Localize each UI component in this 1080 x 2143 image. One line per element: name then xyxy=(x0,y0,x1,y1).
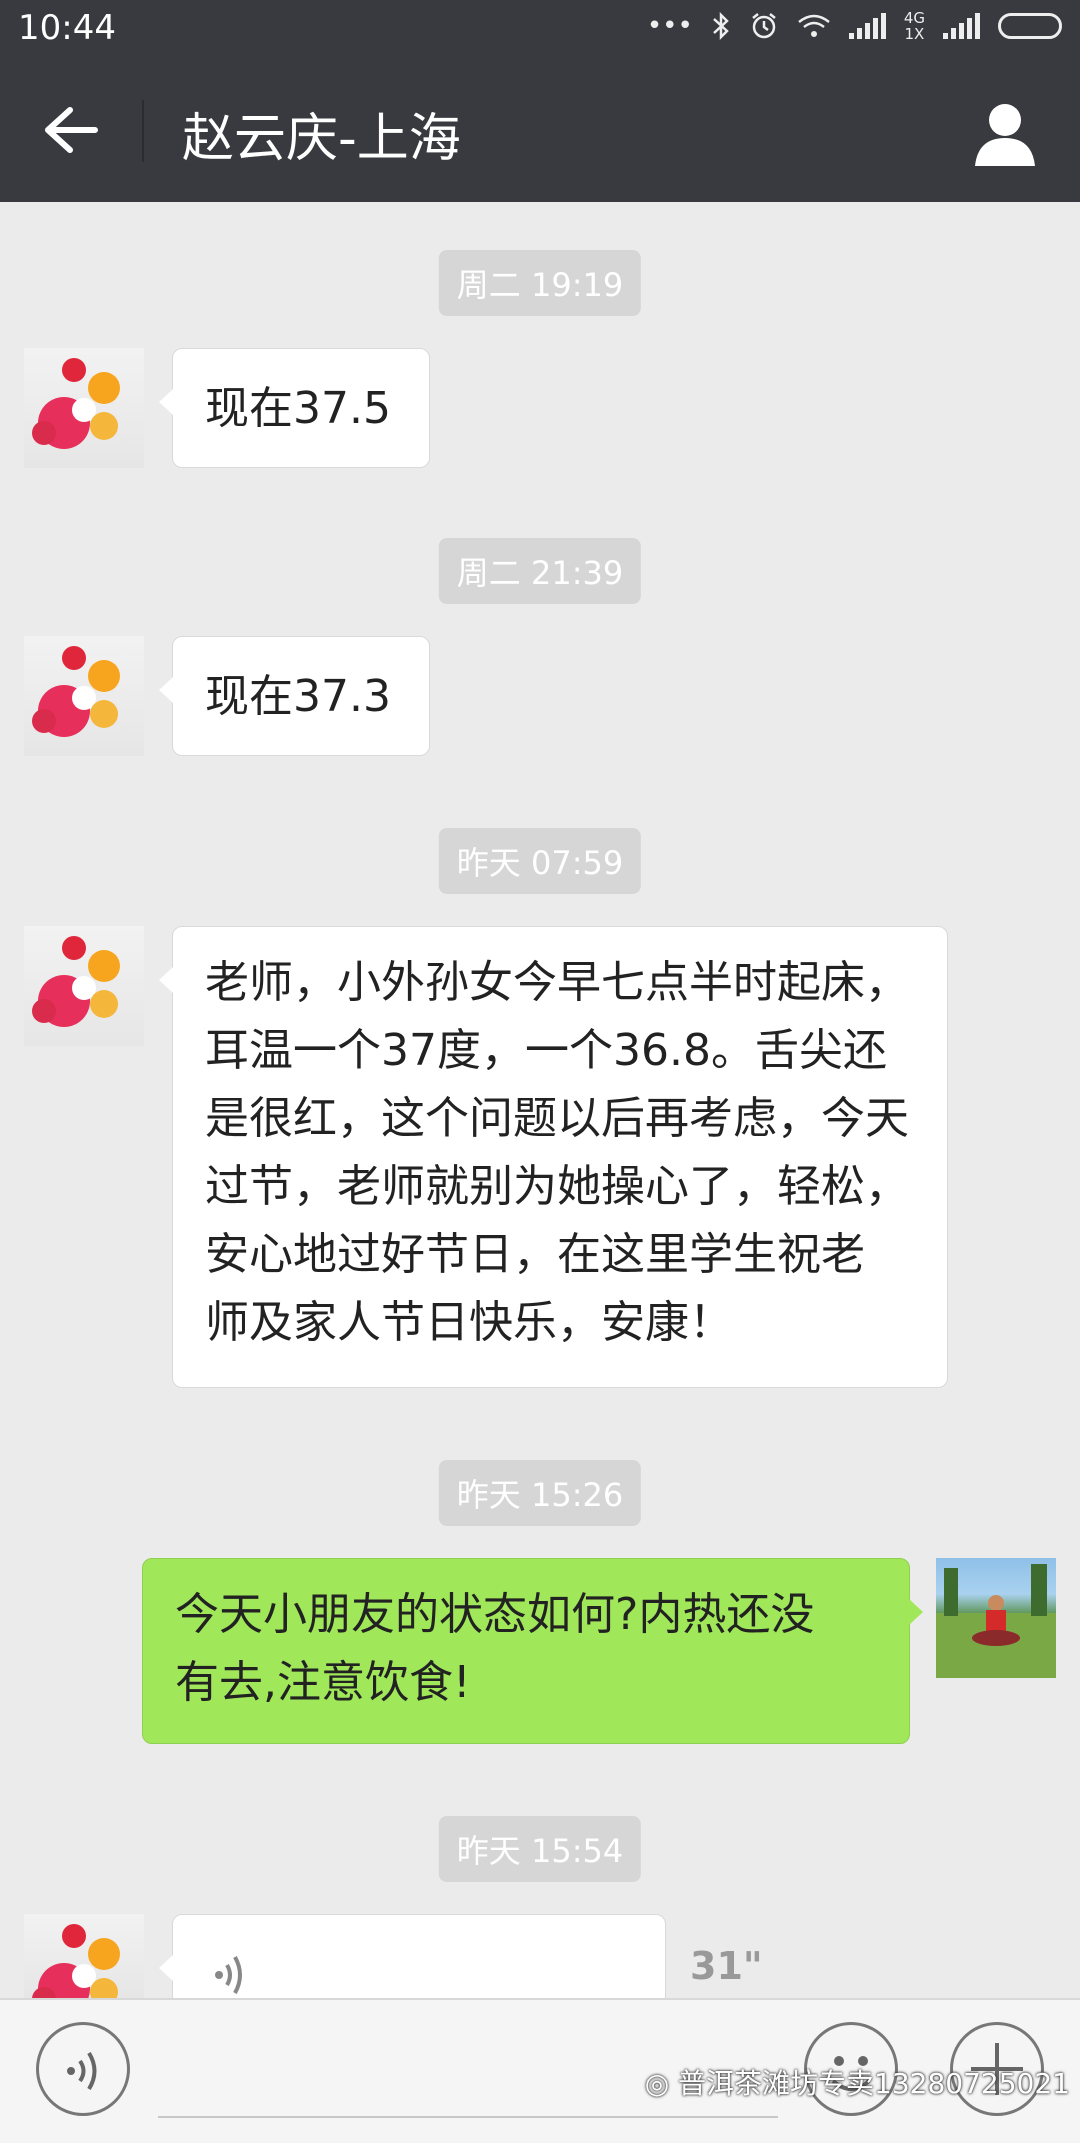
status-icons: ••• 4G 1X xyxy=(647,10,1062,42)
wifi-icon xyxy=(798,14,830,37)
message-line: 耳温一个37度，一个36.8。舌尖还 xyxy=(205,1025,887,1076)
more-dots-icon: ••• xyxy=(646,11,693,41)
flowers-image xyxy=(32,358,120,449)
timestamp: 昨天 07:59 xyxy=(438,828,642,894)
message-line: 是很红，这个问题以后再考虑，今天 xyxy=(205,1093,909,1144)
message-bubble[interactable]: 现在37.5 xyxy=(159,348,430,468)
wechat-logo-icon: ◎ xyxy=(644,2067,679,2100)
status-bar: 10:44 ••• 4G 1X xyxy=(0,0,1080,60)
voice-message-bubble[interactable] xyxy=(159,1914,666,1998)
timestamp: 周二 21:39 xyxy=(438,538,642,604)
message-input-field[interactable] xyxy=(158,2116,778,2118)
network-1x-label: 1X xyxy=(904,25,925,43)
message-line: 今天小朋友的状态如何?内热还没 xyxy=(175,1589,815,1640)
contact-avatar[interactable] xyxy=(24,1914,144,1998)
input-bar: ◎ 普洱茶滩坊专卖13280725021 xyxy=(0,1998,1080,2143)
person-photo xyxy=(936,1564,1056,1678)
message-line: 老师，小外孙女今早七点半时起床， xyxy=(205,957,909,1008)
network-type: 4G 1X xyxy=(904,10,925,42)
signal-bars-2-icon xyxy=(943,13,980,39)
voice-wave-icon xyxy=(215,1956,242,1994)
signal-bars-icon xyxy=(848,13,886,39)
profile-icon[interactable] xyxy=(970,98,1040,168)
timestamp: 周二 19:19 xyxy=(438,250,642,316)
watermark-label: 普洱茶滩坊专卖13280725021 xyxy=(678,2067,1070,2100)
network-4g-label: 4G xyxy=(903,9,925,27)
timestamp: 昨天 15:54 xyxy=(438,1816,642,1882)
contact-avatar[interactable] xyxy=(24,348,144,468)
my-avatar[interactable] xyxy=(936,1558,1056,1678)
message-line: 师及家人节日快乐，安康！ xyxy=(205,1297,733,1348)
chat-title: 赵云庆-上海 xyxy=(182,109,461,169)
flowers-image xyxy=(32,1924,120,1998)
contact-avatar[interactable] xyxy=(24,636,144,756)
battery-icon xyxy=(998,13,1062,39)
alarm-icon xyxy=(752,13,776,39)
voice-input-button[interactable] xyxy=(36,2022,130,2116)
flowers-image xyxy=(32,646,120,737)
flowers-image xyxy=(32,936,120,1027)
title-divider xyxy=(142,100,144,162)
status-time: 10:44 xyxy=(18,8,116,48)
message-line: 有去,注意饮食! xyxy=(175,1657,471,1708)
voice-icon xyxy=(67,2051,97,2091)
contact-avatar[interactable] xyxy=(24,926,144,1046)
voice-duration: 31" xyxy=(690,1944,763,1988)
message-text: 现在37.3 xyxy=(205,671,391,722)
back-arrow-icon[interactable] xyxy=(40,105,100,155)
my-message-bubble[interactable]: 今天小朋友的状态如何?内热还没 有去,注意饮食! xyxy=(142,1558,923,1744)
message-line: 安心地过好节日，在这里学生祝老 xyxy=(205,1229,865,1280)
bluetooth-icon xyxy=(712,11,729,41)
message-text: 现在37.5 xyxy=(205,383,391,434)
message-bubble[interactable]: 现在37.3 xyxy=(159,636,430,756)
watermark-text: ◎ 普洱茶滩坊专卖13280725021 xyxy=(645,2062,1070,2102)
message-line: 过节，老师就别为她操心了，轻松， xyxy=(205,1161,909,1212)
title-bar: 赵云庆-上海 xyxy=(0,60,1080,202)
message-bubble[interactable]: 老师，小外孙女今早七点半时起床， 耳温一个37度，一个36.8。舌尖还 是很红，… xyxy=(159,926,948,1388)
timestamp: 昨天 15:26 xyxy=(438,1460,642,1526)
